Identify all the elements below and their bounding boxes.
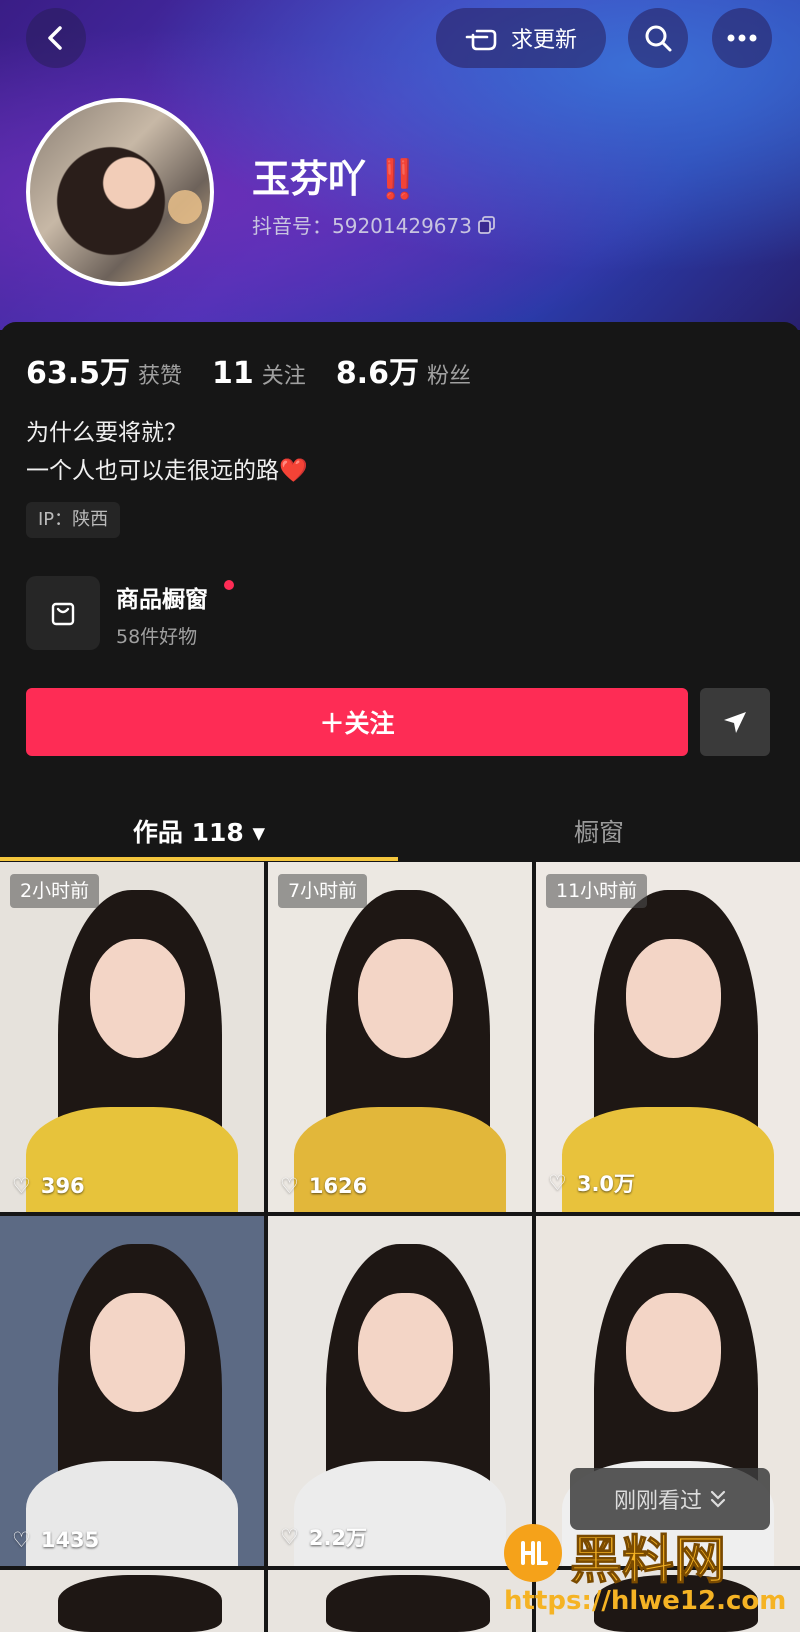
- follow-button[interactable]: ＋关注: [26, 688, 688, 756]
- active-tab-indicator: [0, 857, 398, 861]
- pointing-hand-icon: [465, 29, 497, 51]
- video-thumbnail[interactable]: ♡ 2.2万: [268, 1216, 532, 1566]
- ip-location-badge: IP：陕西: [26, 502, 121, 538]
- watermark-title: 黑料网: [569, 1531, 727, 1592]
- heart-icon: ♡: [12, 1174, 31, 1198]
- likes-label: 获赞: [138, 364, 183, 389]
- bio-line-1: 为什么要将就？: [26, 420, 187, 446]
- watermark: 黑料网 https://hlwe12.com: [504, 1518, 796, 1628]
- search-button[interactable]: [628, 8, 688, 68]
- like-count: ♡ 2.2万: [280, 1522, 367, 1552]
- following-label[interactable]: 关注: [262, 358, 306, 390]
- like-count-text: 396: [40, 1174, 85, 1198]
- video-thumbnail[interactable]: ♡ 1435: [0, 1216, 264, 1566]
- tab-works[interactable]: 作品 118 ▾: [0, 800, 398, 862]
- like-count-text: 3.0万: [576, 1172, 636, 1196]
- video-thumbnail[interactable]: [0, 1570, 264, 1632]
- watermark-url: https://hlwe12.com: [504, 1586, 787, 1616]
- likes-count: 63.5万: [26, 356, 131, 391]
- like-count: ♡ 396: [12, 1174, 85, 1198]
- time-badge: 11小时前: [546, 874, 648, 908]
- like-count-text: 1435: [40, 1528, 100, 1552]
- heart-icon: ♡: [280, 1525, 299, 1549]
- bio: 为什么要将就？ 一个人也可以走很远的路❤️: [26, 414, 308, 490]
- recently-viewed-label: 刚刚看过: [613, 1489, 702, 1514]
- video-thumbnail[interactable]: 7小时前 ♡ 1626: [268, 862, 532, 1212]
- video-thumbnail[interactable]: 2小时前 ♡ 396: [0, 862, 264, 1212]
- douyin-id: 抖音号：59201429673: [252, 210, 496, 239]
- like-count: ♡ 1435: [12, 1528, 99, 1552]
- copy-icon[interactable]: [478, 215, 496, 234]
- heart-icon: ♡: [12, 1528, 31, 1552]
- shopping-bag-icon: [51, 602, 75, 626]
- time-badge: 2小时前: [10, 874, 100, 908]
- send-icon: [724, 712, 746, 733]
- request-update-label: 求更新: [510, 28, 577, 53]
- following-count[interactable]: 11: [212, 356, 254, 391]
- video-thumbnail[interactable]: 11小时前 ♡ 3.0万: [536, 862, 800, 1212]
- like-count-text: 1626: [308, 1174, 368, 1198]
- more-button[interactable]: [712, 8, 772, 68]
- bio-line-2: 一个人也可以走很远的路❤️: [26, 458, 308, 484]
- avatar[interactable]: [26, 98, 214, 286]
- profile-name: 玉芬吖 ‼️: [252, 148, 421, 203]
- chevron-double-down-icon: [710, 1490, 726, 1508]
- heart-icon: ♡: [280, 1174, 299, 1198]
- content-tabs: 作品 118 ▾ 橱窗: [0, 800, 800, 862]
- share-button[interactable]: [700, 688, 770, 756]
- watermark-logo: [504, 1524, 562, 1582]
- shop-window-button[interactable]: [26, 576, 100, 650]
- shop-window-title[interactable]: 商品橱窗: [116, 580, 208, 614]
- like-count-text: 2.2万: [308, 1526, 368, 1550]
- followers-label[interactable]: 粉丝: [427, 358, 471, 390]
- back-button[interactable]: [26, 8, 86, 68]
- tab-shop-window[interactable]: 橱窗: [398, 800, 800, 862]
- video-thumbnail[interactable]: [268, 1570, 532, 1632]
- chevron-left-icon: [48, 26, 62, 50]
- profile-name-text: 玉芬吖: [252, 157, 367, 201]
- notification-dot: [224, 580, 234, 590]
- heart-icon: ♡: [548, 1171, 567, 1195]
- name-emoji: ‼️: [374, 157, 422, 201]
- more-dots-icon: [727, 34, 757, 42]
- search-icon: [645, 25, 672, 52]
- followers-count[interactable]: 8.6万: [336, 348, 419, 392]
- time-badge: 7小时前: [278, 874, 368, 908]
- like-count: ♡ 3.0万: [548, 1168, 635, 1198]
- like-count: ♡ 1626: [280, 1174, 367, 1198]
- request-update-button[interactable]: 求更新: [436, 8, 606, 68]
- watermark-logo-icon: [521, 1541, 548, 1565]
- douyin-id-text: 抖音号：59201429673: [252, 214, 472, 238]
- shop-window-subtitle: 58件好物: [116, 626, 198, 648]
- stats-row: 63.5万 获赞 11 关注 8.6万 粉丝: [26, 348, 501, 392]
